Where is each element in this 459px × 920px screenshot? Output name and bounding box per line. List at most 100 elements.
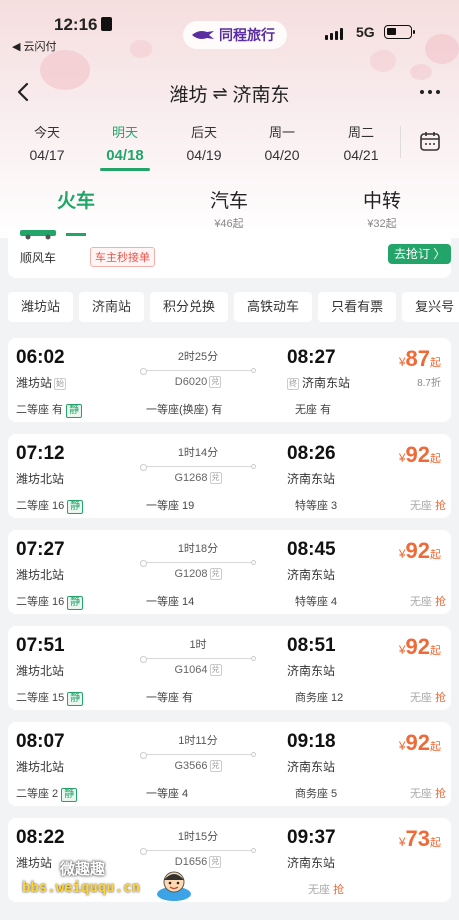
seat-info: 无座 抢 (409, 692, 446, 704)
train-card[interactable]: 07:27 潍坊北站 1时18分 G1208 兑 08:45 济南东站 ¥92起 … (8, 530, 451, 614)
arrival-station: 济南东站 (287, 472, 336, 486)
transport-mode-tabs: 火车 汽车 ¥46起 中转 ¥32起 (0, 180, 459, 230)
tab-price: ¥46起 (214, 218, 244, 230)
tab-bus[interactable]: 汽车 ¥46起 (169, 186, 289, 231)
grab-ticket-link[interactable]: 抢 (435, 500, 446, 512)
date-selected-indicator (100, 168, 150, 171)
seat-info: 二等座 有静 (16, 401, 83, 418)
quiet-car-tag: 静 (67, 692, 84, 706)
seat-info: 商务座 5 (295, 788, 338, 800)
route-title: 潍坊 ⇌ 济南东 (0, 80, 459, 107)
seat-info: 一等座 14 (146, 596, 195, 608)
status-time: 12:16 (54, 15, 113, 35)
train-list: 06:02 潍坊站始 2时25分 D6020 兑 08:27 终济南东站 ¥87起… (8, 338, 451, 914)
seat-info: 一等座 19 (146, 500, 195, 512)
discount: 8.7折 (417, 378, 441, 389)
route-line (140, 559, 256, 567)
train-card[interactable]: 08:07 潍坊北站 1时11分 G3566 兑 09:18 济南东站 ¥92起 … (8, 722, 451, 806)
train-info: 2时25分 D6020 兑 (128, 348, 268, 388)
date-tab[interactable]: 周二 04/21 (322, 122, 400, 163)
departure-time: 07:51 (16, 635, 65, 656)
arrival-time: 08:27 (287, 347, 336, 368)
route-line (140, 367, 256, 375)
car-icon (20, 230, 56, 240)
status-bar: 12:16 ◀ 云闪付 同程旅行 5G (0, 0, 459, 58)
watermark-title: 微趣趣 (60, 861, 106, 878)
price: ¥87起 (398, 346, 441, 371)
train-code: G1268 兑 (174, 472, 222, 484)
departure-station: 潍坊站始 (16, 376, 67, 390)
train-card[interactable]: 07:12 潍坊北站 1时14分 G1268 兑 08:26 济南东站 ¥92起 … (8, 434, 451, 518)
arrival-station: 济南东站 (287, 568, 336, 582)
points-tag: 兑 (209, 856, 222, 868)
filter-chip[interactable]: 潍坊站 (8, 292, 74, 322)
tab-transfer[interactable]: 中转 ¥32起 (322, 186, 442, 231)
tab-train[interactable]: 火车 (16, 186, 136, 213)
train-card[interactable]: 06:02 潍坊站始 2时25分 D6020 兑 08:27 终济南东站 ¥87起… (8, 338, 451, 422)
quiet-car-tag: 静 (66, 404, 83, 418)
grab-ticket-link[interactable]: 抢 (435, 788, 446, 800)
date-tab-selected[interactable]: 明天 04/18 (86, 122, 164, 171)
price: ¥73起 (398, 826, 441, 851)
departure-time: 07:27 (16, 539, 65, 560)
filter-chip[interactable]: 济南站 (79, 292, 145, 322)
quiet-car-tag: 静 (67, 596, 84, 610)
grab-ticket-link[interactable]: 抢 (333, 884, 344, 896)
arrival-time: 08:51 (287, 635, 336, 656)
date-tab[interactable]: 周一 04/20 (243, 122, 321, 163)
train-code: D6020 兑 (174, 376, 222, 388)
grab-ticket-link[interactable]: 抢 (435, 596, 446, 608)
price: ¥92起 (398, 634, 441, 659)
tab-price: ¥32起 (367, 218, 397, 230)
seat-info: 无座 有 (295, 404, 332, 416)
date-weekday: 后天 (190, 125, 217, 140)
price: ¥92起 (398, 538, 441, 563)
seat-info: 无座 抢 (409, 500, 446, 512)
back-to-app-link[interactable]: ◀ 云闪付 (12, 38, 57, 54)
more-icon[interactable] (420, 90, 440, 94)
quiet-car-tag: 静 (61, 788, 78, 802)
date-value: 04/21 (343, 147, 379, 163)
origin-tag: 始 (54, 378, 67, 390)
departure-station: 潍坊北站 (16, 472, 65, 486)
seat-info: 二等座 2静 (16, 785, 78, 802)
train-card[interactable]: 07:51 潍坊北站 1时 G1064 兑 08:51 济南东站 ¥92起 二等座… (8, 626, 451, 710)
filter-chip[interactable]: 复兴号 (402, 292, 459, 322)
rideshare-tag: 车主秒接单 (90, 247, 155, 267)
date-tab[interactable]: 今天 04/17 (8, 122, 86, 163)
grab-ticket-link[interactable]: 抢 (435, 692, 446, 704)
price: ¥92起 (398, 442, 441, 467)
points-tag: 兑 (209, 568, 222, 580)
rideshare-label: 顺风车 (20, 251, 57, 265)
app-brand-label: 同程旅行 (219, 27, 275, 43)
date-value: 04/19 (186, 147, 222, 163)
watermark: 微趣趣 bbs.weiququ.cn (0, 848, 200, 908)
arrival-station: 济南东站 (287, 856, 336, 870)
filter-chip[interactable]: 积分兑换 (150, 292, 229, 322)
departure-time: 06:02 (16, 347, 65, 368)
duration: 1时14分 (177, 447, 219, 459)
arrival-station: 济南东站 (287, 664, 336, 678)
signal-icon (325, 28, 343, 40)
tab-label: 汽车 (209, 191, 248, 212)
points-tag: 兑 (209, 664, 222, 676)
calendar-icon[interactable] (419, 130, 441, 152)
seat-info: 一等座 有 (146, 692, 194, 704)
route-line (140, 655, 256, 663)
filter-chip[interactable]: 只看有票 (318, 292, 397, 322)
rideshare-card[interactable]: 顺风车 车主秒接单 去抢订 〉 (8, 230, 451, 278)
date-tab[interactable]: 后天 04/19 (165, 122, 243, 163)
departure-time: 08:07 (16, 731, 65, 752)
departure-time: 07:12 (16, 443, 65, 464)
points-tag: 兑 (209, 760, 222, 772)
terminal-tag: 终 (287, 378, 299, 390)
seat-info: 无座 抢 (409, 596, 446, 608)
route-line (140, 463, 256, 471)
swap-icon[interactable]: ⇌ (212, 83, 227, 104)
filter-chip[interactable]: 高铁动车 (234, 292, 313, 322)
seat-info: 二等座 16 静 (16, 497, 84, 514)
arrival-time: 09:18 (287, 731, 336, 752)
grab-order-button[interactable]: 去抢订 〉 (388, 244, 451, 264)
duration: 1时15分 (177, 831, 219, 843)
route-to: 济南东 (232, 85, 290, 106)
